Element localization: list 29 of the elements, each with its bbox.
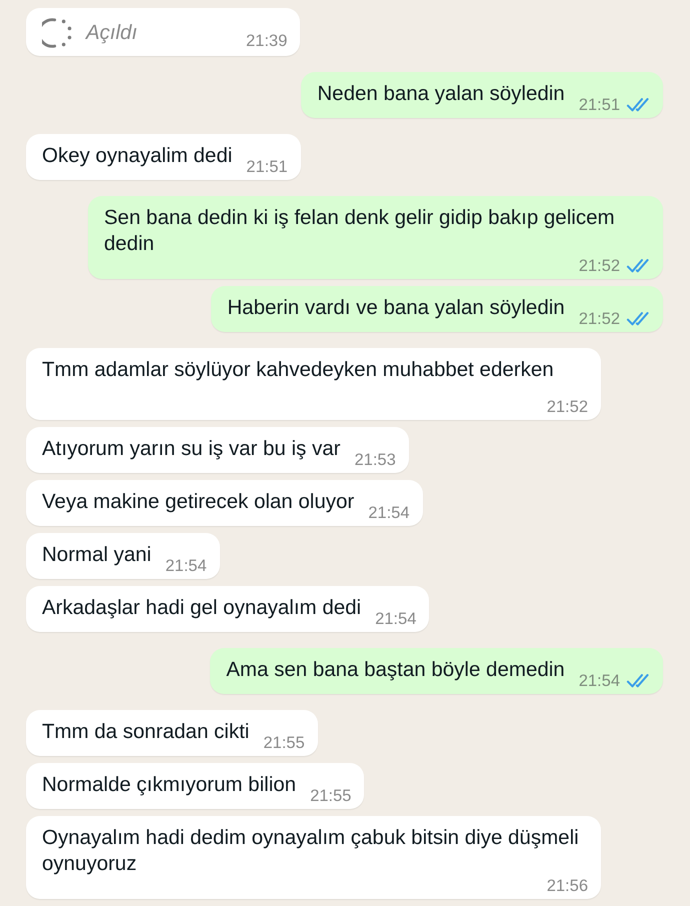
message-time: 21:55 bbox=[310, 787, 352, 805]
message-time: 21:56 bbox=[546, 877, 588, 895]
message-text: Normalde çıkmıyorum bilion bbox=[42, 772, 296, 798]
dashed-circle-icon bbox=[42, 18, 72, 48]
message-text: Okey oynayalim dedi bbox=[42, 143, 232, 169]
message-time: 21:52 bbox=[578, 257, 620, 275]
message-text: Veya makine getirecek olan oluyor bbox=[42, 489, 354, 515]
message-time: 21:54 bbox=[368, 504, 410, 522]
message-text: Sen bana dedin ki iş felan denk gelir gidip bakıp gelicem dedin bbox=[104, 205, 616, 257]
message-time: 21:51 bbox=[578, 96, 620, 114]
message-text: Oynayalım hadi dedim oynayalım çabuk bitsin diye düşmeli oynuyoruz bbox=[42, 825, 580, 877]
message-text: Ama sen bana baştan böyle demedin bbox=[226, 657, 565, 683]
message-text: Atıyorum yarın su iş var bu iş var bbox=[42, 436, 340, 462]
message-text: Tmm da sonradan cikti bbox=[42, 719, 250, 745]
view-once-status: Açıldı bbox=[86, 20, 138, 46]
message-time: 21:54 bbox=[165, 557, 207, 575]
message-text: Tmm adamlar söylüyor kahvedeyken muhabbet ederken bbox=[42, 357, 554, 383]
message-text: Arkadaşlar hadi gel oynayalım dedi bbox=[42, 595, 362, 621]
message-time: 21:52 bbox=[578, 310, 620, 328]
message-time: 21:54 bbox=[375, 610, 416, 628]
message-text: Normal yani bbox=[42, 542, 152, 568]
message-text: Neden bana yalan söyledin bbox=[317, 81, 565, 107]
message-time: 21:51 bbox=[246, 158, 288, 176]
message-time: 21:55 bbox=[263, 734, 305, 752]
message-time: 21:52 bbox=[546, 398, 588, 416]
message-time: 21:39 bbox=[246, 32, 288, 50]
message-text: Haberin vardı ve bana yalan söyledin bbox=[227, 295, 565, 321]
message-time: 21:54 bbox=[578, 672, 620, 690]
message-time: 21:53 bbox=[354, 451, 396, 469]
